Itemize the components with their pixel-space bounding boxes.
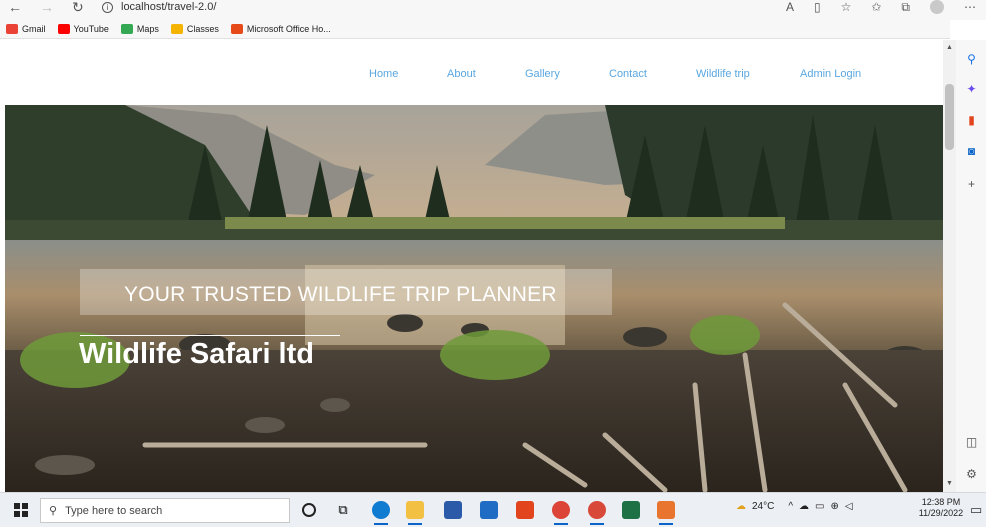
favorites-bar-icon[interactable]: ✩: [871, 0, 881, 14]
divider: [80, 335, 340, 336]
bookmark-label: Microsoft Office Ho...: [246, 24, 331, 34]
hero-title: Wildlife Safari ltd: [79, 338, 314, 370]
chrome-icon[interactable]: [552, 501, 570, 525]
office-icon[interactable]: ▮: [965, 114, 978, 127]
nav-wildlife-trip[interactable]: Wildlife trip: [696, 68, 750, 80]
forward-arrow-icon[interactable]: →: [40, 0, 54, 14]
task-view-icon[interactable]: ⧉: [334, 501, 352, 519]
weather-temp[interactable]: 24°C: [752, 501, 774, 512]
clock-time: 12:38 PM: [921, 497, 961, 507]
taskbar-search[interactable]: ⚲ Type here to search: [40, 498, 290, 523]
add-icon[interactable]: +: [965, 178, 978, 191]
edge-sidebar: ⚲ ✦ ▮ ◙ + ◫ ⚙: [956, 40, 986, 492]
bookmarks-bar: Gmail YouTube Maps Classes Microsoft Off…: [0, 20, 950, 39]
bookmark-youtube[interactable]: YouTube: [57, 24, 109, 34]
favorites-icon[interactable]: ☆: [841, 0, 852, 14]
copilot-icon[interactable]: ✦: [965, 83, 978, 96]
hero-banner: YOUR TRUSTED WILDLIFE TRIP PLANNER Wildl…: [5, 105, 943, 492]
clock[interactable]: 12:38 PM 11/29/2022: [916, 497, 966, 519]
volume-icon[interactable]: ◁: [845, 501, 853, 512]
bookmark-gmail[interactable]: Gmail: [6, 24, 46, 34]
bookmark-label: Classes: [186, 24, 219, 34]
gmail-icon: [6, 24, 18, 34]
system-tray: ☁ 24°C ^ ☁ ▭ ⊕ ◁: [736, 501, 853, 512]
site-nav: Home About Gallery Contact Wildlife trip…: [0, 40, 943, 105]
search-icon[interactable]: ⚲: [965, 53, 978, 66]
nav-gallery[interactable]: Gallery: [525, 68, 560, 80]
bookmark-label: Gmail: [22, 24, 46, 34]
search-placeholder: Type here to search: [65, 504, 163, 517]
file-explorer-icon[interactable]: [406, 501, 424, 525]
page-viewport: Home About Gallery Contact Wildlife trip…: [0, 40, 943, 492]
youtube-icon: [57, 24, 70, 34]
collections-icon[interactable]: ⧉: [901, 0, 910, 14]
bookmark-classes[interactable]: Classes: [170, 24, 219, 34]
nav-about[interactable]: About: [447, 68, 476, 80]
page-scrollbar[interactable]: ▲ ▼: [943, 40, 956, 492]
battery-icon[interactable]: ▭: [815, 501, 824, 512]
scroll-up-icon[interactable]: ▲: [946, 44, 953, 51]
mail-icon[interactable]: [480, 501, 498, 519]
app-icon[interactable]: [657, 501, 675, 525]
split-screen-icon[interactable]: ◫: [965, 436, 978, 449]
windows-taskbar: ⚲ Type here to search ⧉ ☁ 24°C ^ ☁ ▭ ⊕ ◁…: [0, 492, 986, 527]
settings-icon[interactable]: ⚙: [965, 468, 978, 481]
start-button[interactable]: [14, 503, 28, 517]
classes-icon: [170, 24, 183, 34]
edge-icon[interactable]: [372, 501, 390, 525]
address-bar[interactable]: i localhost/travel-2.0/: [102, 0, 222, 14]
profile-icon[interactable]: [930, 0, 944, 14]
nav-home[interactable]: Home: [369, 68, 398, 80]
bookmark-office[interactable]: Microsoft Office Ho...: [230, 24, 331, 34]
chrome-profile-icon[interactable]: [588, 501, 606, 525]
cloud-icon[interactable]: ☁: [799, 501, 809, 512]
url-text[interactable]: localhost/travel-2.0/: [121, 1, 216, 13]
notifications-icon[interactable]: ▭: [970, 502, 982, 518]
scrollbar-thumb[interactable]: [945, 84, 954, 150]
info-icon[interactable]: i: [102, 1, 113, 13]
cortana-icon[interactable]: [302, 503, 316, 517]
clock-date: 11/29/2022: [918, 508, 964, 518]
hero-tagline: YOUR TRUSTED WILDLIFE TRIP PLANNER: [124, 283, 557, 306]
reload-icon[interactable]: ↻: [72, 0, 84, 14]
office-icon: [230, 24, 243, 34]
search-icon: ⚲: [49, 505, 58, 517]
bookmark-label: Maps: [136, 24, 159, 34]
network-icon[interactable]: ⊕: [831, 501, 839, 512]
immersive-reader-icon[interactable]: ▯: [814, 0, 821, 14]
back-arrow-icon[interactable]: ←: [8, 0, 22, 14]
read-aloud-icon[interactable]: A: [786, 0, 794, 14]
office-app-icon[interactable]: [516, 501, 534, 519]
bookmark-maps[interactable]: Maps: [120, 24, 159, 34]
bookmark-label: YouTube: [73, 24, 109, 34]
scroll-down-icon[interactable]: ▼: [946, 480, 953, 487]
maps-icon: [120, 24, 133, 34]
nav-admin-login[interactable]: Admin Login: [800, 68, 861, 80]
browser-toolbar: ← → ↻ i localhost/travel-2.0/ A ▯ ☆ ✩ ⧉ …: [0, 0, 986, 20]
excel-icon[interactable]: [622, 501, 640, 519]
weather-icon[interactable]: ☁: [736, 501, 746, 512]
store-icon[interactable]: [444, 501, 462, 519]
outlook-icon[interactable]: ◙: [965, 145, 978, 158]
more-icon[interactable]: ⋯: [964, 0, 976, 14]
nav-contact[interactable]: Contact: [609, 68, 647, 80]
chevron-up-icon[interactable]: ^: [788, 501, 793, 512]
